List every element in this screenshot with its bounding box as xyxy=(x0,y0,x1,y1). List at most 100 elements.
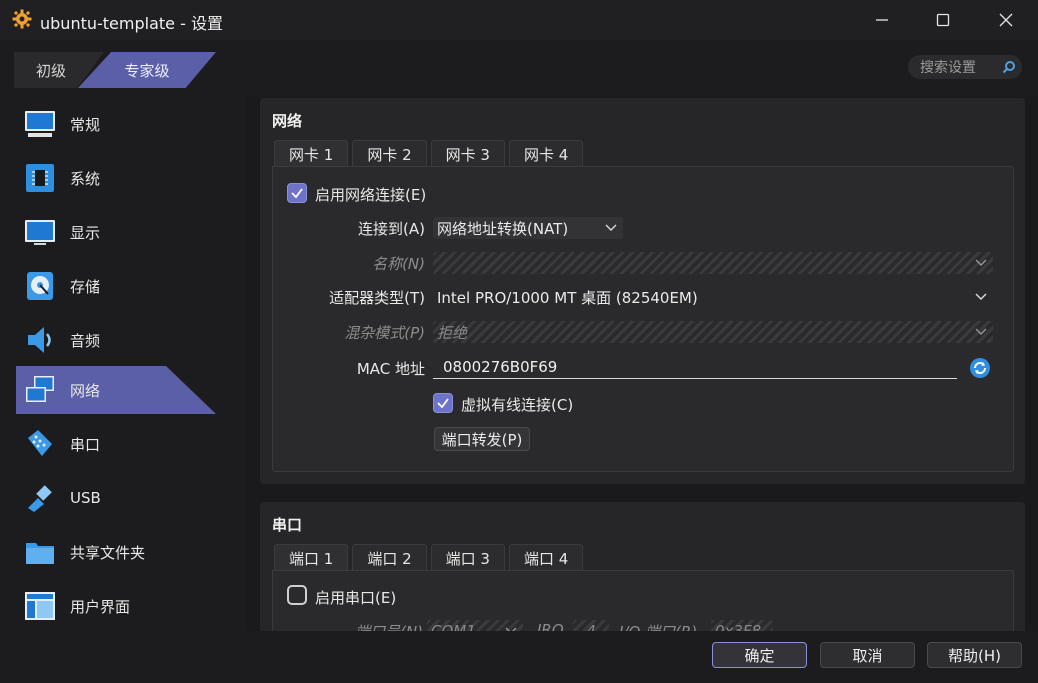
mac-address-value: 0800276B0F69 xyxy=(443,357,558,376)
irq-input: 4 xyxy=(573,620,609,631)
attached-to-label: 连接到(A) xyxy=(358,220,425,238)
minimize-button[interactable] xyxy=(852,0,912,40)
checkmark-icon xyxy=(437,398,449,409)
sidebar-item-serial[interactable]: 串口 xyxy=(16,420,216,468)
search-placeholder: 搜索设置 xyxy=(920,60,976,76)
tab-adapter-2[interactable]: 网卡 2 xyxy=(352,140,427,168)
adapter-type-label: 适配器类型(T) xyxy=(329,289,425,307)
name-label: 名称(N) xyxy=(372,255,425,273)
sidebar-item-label: 网络 xyxy=(70,381,101,400)
tab-port-4[interactable]: 端口 4 xyxy=(508,544,584,572)
enable-serial-label: 启用串口(E) xyxy=(315,589,397,607)
folder-icon xyxy=(24,536,56,568)
chevron-down-icon xyxy=(605,224,617,231)
network-group-title: 网络 xyxy=(272,112,303,130)
sidebar-item-label: 共享文件夹 xyxy=(70,543,146,562)
enable-serial-checkbox[interactable] xyxy=(287,585,307,605)
adapter-type-select[interactable]: Intel PRO/1000 MT 桌面 (82540EM) xyxy=(433,286,993,308)
promiscuous-mode-label: 混杂模式(P) xyxy=(344,324,425,342)
mac-address-label: MAC 地址 xyxy=(356,360,425,378)
enable-network-label: 启用网络连接(E) xyxy=(315,186,427,204)
sidebar-item-label: 系统 xyxy=(70,169,101,188)
sidebar-item-usb[interactable]: USB xyxy=(16,474,216,522)
sidebar-item-label: 存储 xyxy=(70,277,101,296)
sidebar-item-system[interactable]: 系统 xyxy=(16,154,216,202)
mac-address-input[interactable]: 0800276B0F69 xyxy=(433,355,957,379)
close-button[interactable] xyxy=(976,0,1036,40)
ui-icon xyxy=(24,590,56,622)
serial-group-title: 串口 xyxy=(272,516,303,534)
serial-group: 串口 端口 1 端口 2 端口 3 端口 4 启用串口(E) 端口号(N) CO… xyxy=(260,502,1025,631)
sidebar-item-label: 常规 xyxy=(70,115,101,134)
monitor-icon xyxy=(24,108,56,140)
window-title: ubuntu-template - 设置 xyxy=(40,14,223,33)
cable-connected-checkbox[interactable] xyxy=(433,393,453,413)
network-adapter-panel: 启用网络连接(E) 连接到(A) 网络地址转换(NAT) 名称(N) 适配器类型… xyxy=(272,166,1014,472)
attached-to-value: 网络地址转换(NAT) xyxy=(437,219,569,238)
sidebar-item-label: 显示 xyxy=(70,223,101,242)
maximize-button[interactable] xyxy=(913,0,973,40)
sidebar-item-display[interactable]: 显示 xyxy=(16,208,216,256)
speaker-icon xyxy=(24,324,56,356)
cable-connected-label: 虚拟有线连接(C) xyxy=(461,396,574,414)
promiscuous-mode-value: 拒绝 xyxy=(437,323,468,342)
irq-label: IRQ xyxy=(537,621,564,631)
sidebar-item-shared-folders[interactable]: 共享文件夹 xyxy=(16,528,216,576)
tab-port-1[interactable]: 端口 1 xyxy=(274,544,349,572)
cancel-button[interactable]: 取消 xyxy=(820,642,915,668)
sidebar-item-label: 串口 xyxy=(70,435,101,454)
name-select xyxy=(433,252,993,274)
chevron-down-icon xyxy=(975,293,987,300)
sidebar-item-storage[interactable]: 存储 xyxy=(16,262,216,310)
settings-main-panel: 网络 网卡 1 网卡 2 网卡 3 网卡 4 启用网络连接(E) 连接到(A) … xyxy=(246,96,1038,631)
sidebar-item-audio[interactable]: 音频 xyxy=(16,316,216,364)
sidebar-item-label: 音频 xyxy=(70,331,101,350)
chevron-down-icon xyxy=(975,328,987,335)
serial-icon xyxy=(24,428,56,460)
chevron-down-icon xyxy=(975,259,987,266)
io-port-value: 0x3F8 xyxy=(715,622,762,631)
chip-icon xyxy=(24,162,56,194)
gear-icon xyxy=(12,9,32,29)
title-bar: ubuntu-template - 设置 xyxy=(0,0,1038,40)
help-button[interactable]: 帮助(H) xyxy=(927,642,1022,668)
attached-to-select[interactable]: 网络地址转换(NAT) xyxy=(433,217,623,239)
sidebar-item-user-interface[interactable]: 用户界面 xyxy=(16,582,216,630)
irq-value: 4 xyxy=(586,622,596,631)
chevron-down-icon xyxy=(505,627,517,631)
checkmark-icon xyxy=(291,188,303,199)
port-number-value: COM1 xyxy=(431,622,476,631)
promiscuous-mode-select: 拒绝 xyxy=(433,321,993,343)
usb-icon xyxy=(24,482,56,514)
tab-adapter-4[interactable]: 网卡 4 xyxy=(508,140,584,168)
tab-adapter-1[interactable]: 网卡 1 xyxy=(274,140,349,168)
search-icon xyxy=(1002,61,1015,74)
ok-button[interactable]: 确定 xyxy=(712,642,807,668)
sidebar-item-label: USB xyxy=(70,489,101,507)
mode-tabs: 初级 专家级 xyxy=(14,52,224,90)
sidebar-item-network[interactable]: 网络 xyxy=(16,366,216,414)
enable-network-checkbox[interactable] xyxy=(287,183,307,203)
refresh-mac-icon[interactable] xyxy=(969,357,991,379)
tab-adapter-3[interactable]: 网卡 3 xyxy=(430,140,505,168)
adapter-type-value: Intel PRO/1000 MT 桌面 (82540EM) xyxy=(437,288,698,307)
minimize-icon xyxy=(876,19,888,21)
display-icon xyxy=(24,216,56,248)
port-forwarding-button[interactable]: 端口转发(P) xyxy=(434,427,530,451)
network-adapter-tabs: 网卡 1 网卡 2 网卡 3 网卡 4 xyxy=(274,140,587,168)
tab-port-3[interactable]: 端口 3 xyxy=(430,544,505,572)
port-number-select: COM1 xyxy=(427,620,523,631)
port-number-label: 端口号(N) xyxy=(313,621,423,631)
io-port-label: I/O 端口(R) xyxy=(619,621,697,631)
serial-port-tabs: 端口 1 端口 2 端口 3 端口 4 xyxy=(274,544,587,572)
search-input[interactable]: 搜索设置 xyxy=(908,55,1022,79)
close-icon xyxy=(999,13,1013,27)
tab-port-2[interactable]: 端口 2 xyxy=(352,544,427,572)
network-group: 网络 网卡 1 网卡 2 网卡 3 网卡 4 启用网络连接(E) 连接到(A) … xyxy=(260,98,1025,484)
disk-icon xyxy=(24,270,56,302)
sidebar-item-label: 用户界面 xyxy=(70,597,131,616)
sidebar-item-general[interactable]: 常规 xyxy=(16,100,216,148)
maximize-icon xyxy=(936,13,950,27)
network-icon xyxy=(24,374,56,406)
serial-port-panel: 启用串口(E) 端口号(N) COM1 IRQ 4 I/O 端口(R) 0x3F… xyxy=(272,570,1014,631)
